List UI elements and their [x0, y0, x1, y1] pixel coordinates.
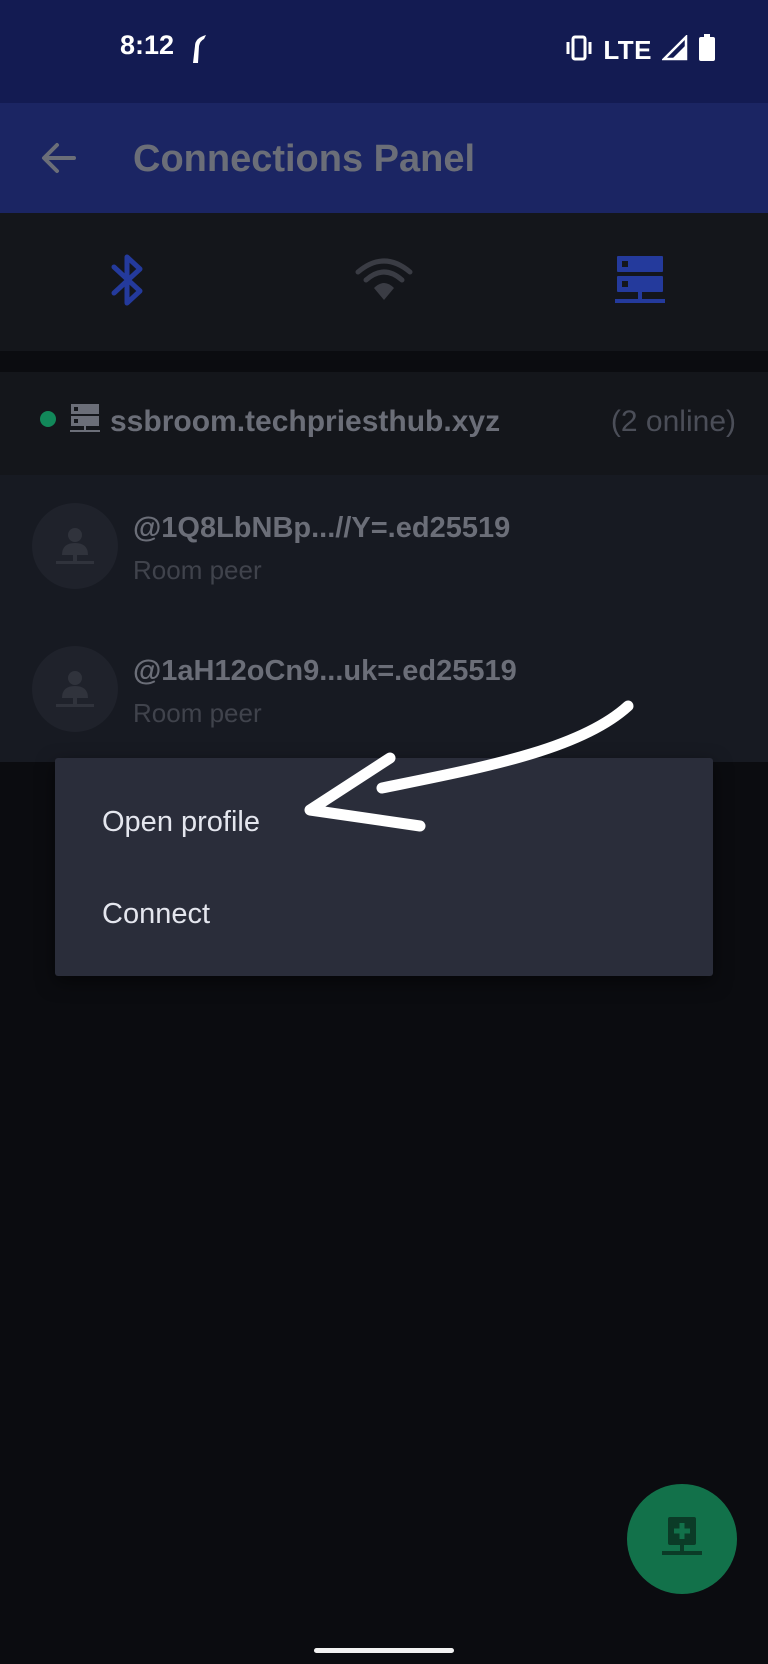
menu-item-connect[interactable]: Connect	[55, 869, 713, 959]
server-icon	[70, 403, 100, 438]
peer-subtitle: Room peer	[133, 555, 262, 585]
menu-item-label: Connect	[102, 897, 211, 930]
tab-wifi[interactable]	[256, 213, 512, 351]
add-server-button[interactable]	[627, 1484, 737, 1594]
peer-id: @1Q8LbNBp...//Y=.ed25519	[133, 512, 511, 544]
menu-item-label: Open profile	[102, 805, 260, 838]
server-icon	[613, 254, 667, 311]
vibrate-icon	[565, 35, 593, 66]
room-name: ssbroom.techpriesthub.xyz	[110, 405, 501, 438]
page-title: Connections Panel	[133, 138, 476, 180]
peer-id: @1aH12oCn9...uk=.ed25519	[133, 655, 517, 687]
back-arrow-icon[interactable]	[30, 130, 86, 186]
status-time: 8:12	[120, 30, 175, 60]
peer-subtitle: Room peer	[133, 698, 262, 728]
tab-rooms[interactable]	[512, 213, 768, 351]
online-status-dot	[40, 411, 56, 427]
add-server-icon	[660, 1515, 704, 1564]
connection-tabs	[0, 213, 768, 351]
avatar	[32, 503, 118, 589]
status-icons: LTE	[565, 30, 716, 70]
bluetooth-icon	[108, 253, 148, 312]
battery-icon	[698, 33, 716, 67]
gesture-nav-handle[interactable]	[314, 1648, 454, 1653]
tab-bluetooth[interactable]	[0, 213, 256, 351]
notification-icon	[186, 32, 210, 71]
wifi-icon	[354, 256, 414, 309]
annotation-arrow	[290, 690, 640, 845]
signal-icon	[660, 33, 688, 66]
list-item[interactable]: @1Q8LbNBp...//Y=.ed25519 Room peer	[0, 475, 768, 618]
room-online-count: (2 online)	[610, 405, 736, 438]
avatar	[32, 646, 118, 732]
network-type: LTE	[603, 34, 652, 65]
